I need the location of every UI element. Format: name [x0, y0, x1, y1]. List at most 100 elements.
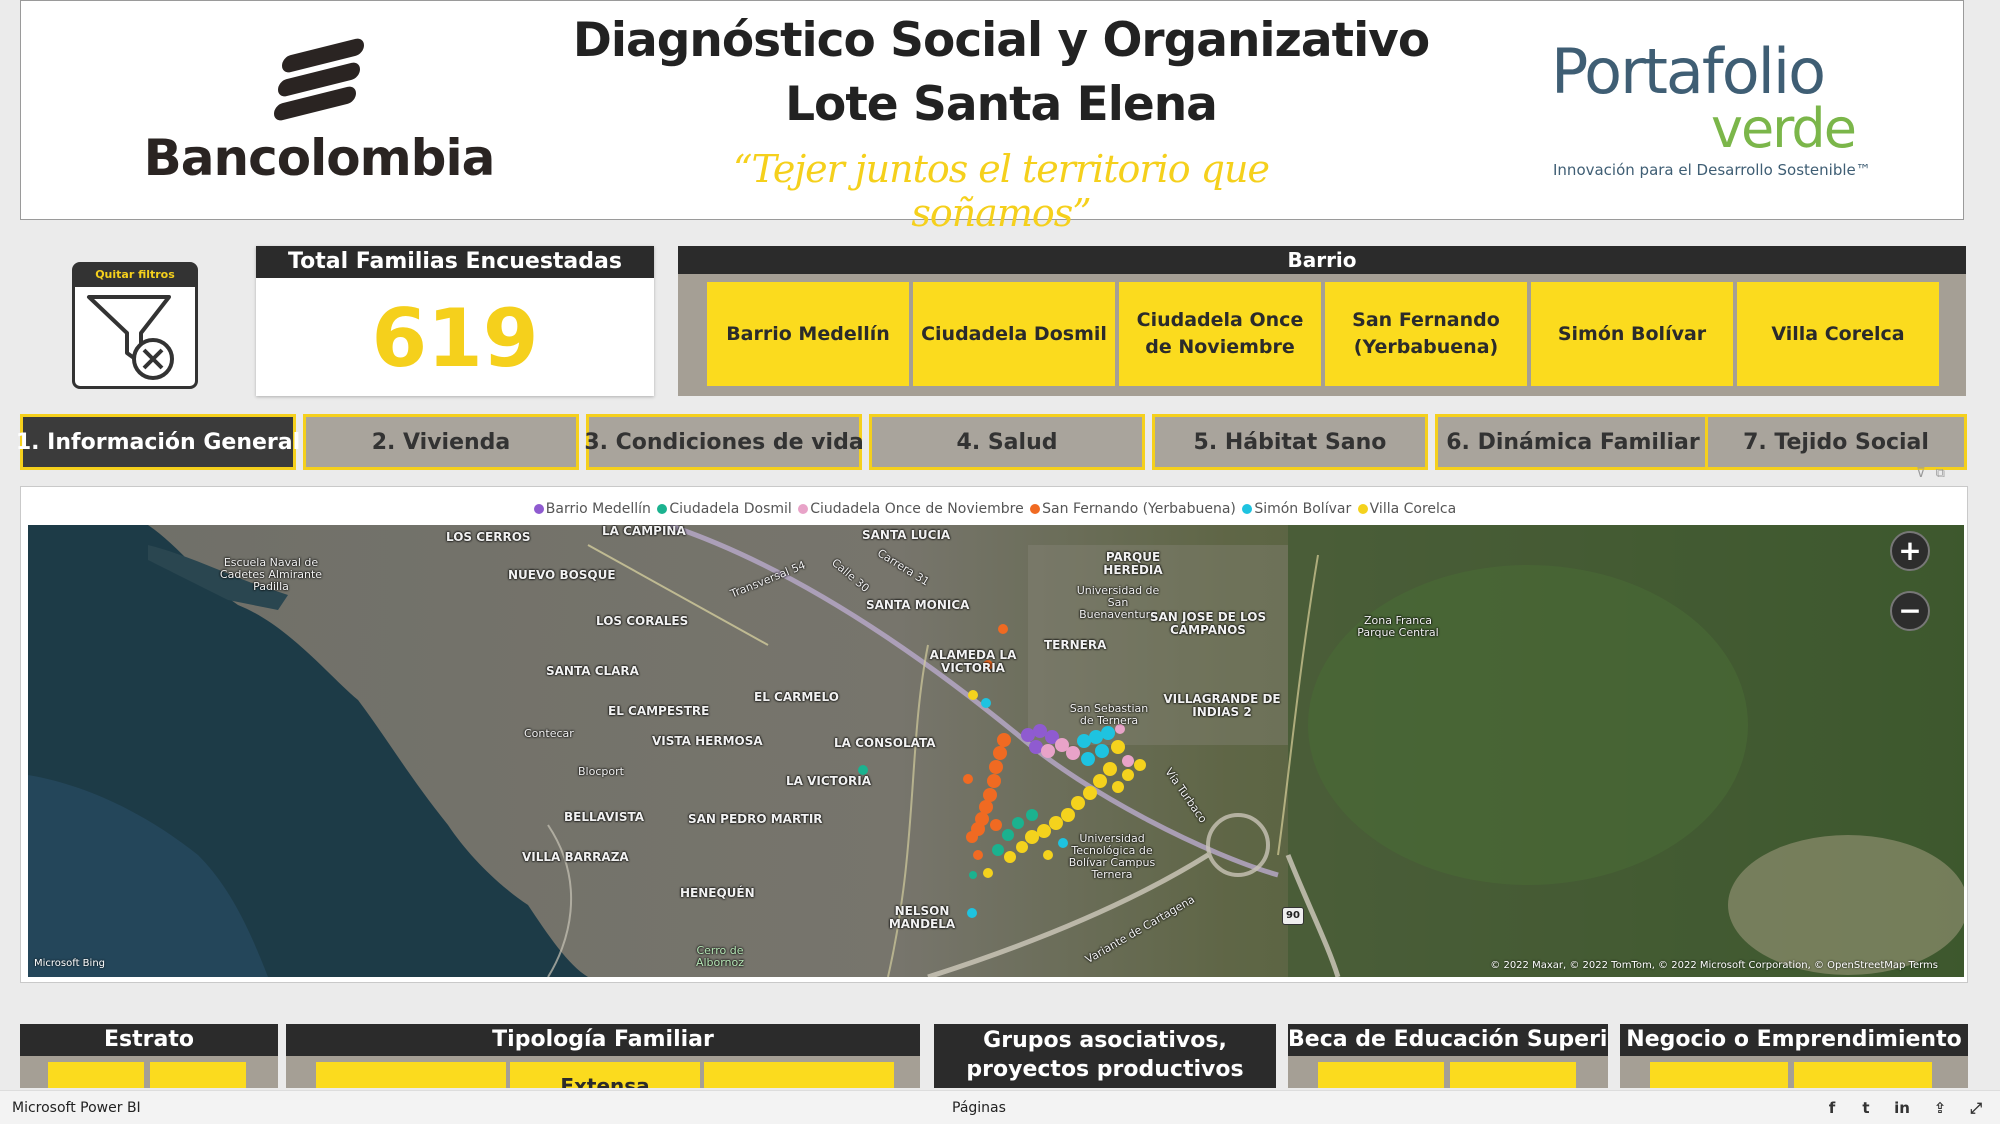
estrato-slicer: Estrato: [20, 1024, 278, 1088]
map-label: ALAMEDA LA VICTORIA: [929, 648, 1017, 675]
map-label: SAN JOSE DE LOS CAMPANOS: [1149, 610, 1267, 637]
twitter-icon[interactable]: t: [1856, 1098, 1876, 1118]
header-banner: Bancolombia Diagnóstico Social y Organiz…: [20, 0, 1964, 235]
negocio-option[interactable]: [1650, 1062, 1788, 1088]
legend-dot-icon: [1242, 504, 1253, 514]
map-label: HENEQUÉN: [680, 886, 755, 900]
bancolombia-logo: Bancolombia: [139, 36, 499, 193]
report-title-line-2: Lote Santa Elena: [785, 77, 1218, 132]
tab-habitat-sano[interactable]: 5. Hábitat Sano: [1152, 414, 1428, 470]
filter-icon[interactable]: ⊽: [1916, 466, 1926, 481]
map-label: SANTA LUCIA: [862, 528, 951, 542]
legend-item[interactable]: San Fernando (Yerbabuena): [1030, 501, 1236, 517]
focus-mode-icon[interactable]: ⧉: [1936, 466, 1945, 481]
estrato-option[interactable]: [150, 1062, 246, 1088]
bancolombia-mark-icon: [274, 36, 364, 123]
portafolio-verde-logo: Portafolio verde Innovación para el Desa…: [1551, 35, 1931, 185]
report-title-line-1: Diagnóstico Social y Organizativo: [572, 13, 1430, 68]
legend-item[interactable]: Ciudadela Once de Noviembre: [798, 501, 1024, 517]
map-label: LOS CERROS: [446, 530, 531, 544]
map-label: SAN PEDRO MARTIR: [688, 812, 823, 826]
clear-filters-label: Quitar filtros: [75, 265, 195, 287]
share-icon[interactable]: ⇪: [1930, 1098, 1950, 1118]
map-label: Zona Franca Parque Central: [1357, 614, 1439, 639]
beca-educacion-title: Beca de Educación Superior: [1288, 1024, 1608, 1056]
legend-item[interactable]: Simón Bolívar: [1242, 501, 1351, 517]
map-legend: Barrio Medellín Ciudadela Dosmil Ciudade…: [21, 501, 1969, 517]
map-label: Blocport: [578, 765, 624, 778]
total-families-title: Total Familias Encuestadas: [256, 246, 654, 278]
pages-navigation[interactable]: Páginas: [952, 1100, 1006, 1116]
tab-informacion-general[interactable]: 1. Información General: [16, 414, 300, 470]
barrio-option-simon-bolivar[interactable]: Simón Bolívar: [1531, 282, 1733, 386]
satellite-map[interactable]: LOS CERROS LA CAMPIÑA SANTA LUCIA NUEVO …: [28, 525, 1964, 977]
barrio-option-barrio-medellin[interactable]: Barrio Medellín: [707, 282, 909, 386]
legend-item[interactable]: Villa Corelca: [1357, 501, 1456, 517]
verde-wordmark: verde: [1711, 97, 1857, 160]
map-label: VILLAGRANDE DE INDIAS 2: [1163, 692, 1281, 719]
linkedin-icon[interactable]: in: [1892, 1098, 1912, 1118]
tipologia-option-extensa[interactable]: Extensa: [510, 1062, 700, 1088]
clear-filters-button[interactable]: Quitar filtros: [72, 262, 198, 389]
estrato-title: Estrato: [20, 1024, 278, 1056]
estrato-option[interactable]: [48, 1062, 144, 1088]
facebook-icon[interactable]: f: [1822, 1098, 1842, 1118]
tipologia-familiar-title: Tipología Familiar: [286, 1024, 920, 1056]
map-label: Escuela Naval de Cadetes Almirante Padil…: [219, 556, 323, 593]
map-label: EL CARMELO: [754, 690, 839, 704]
zoom-out-button[interactable]: −: [1890, 591, 1930, 631]
route-shield: 90: [1282, 907, 1304, 925]
map-label: LA CAMPIÑA: [602, 525, 686, 538]
clear-filter-icon: [87, 295, 174, 380]
map-label: TERNERA: [1044, 638, 1107, 652]
beca-option[interactable]: [1318, 1062, 1444, 1088]
barrio-slicer-title: Barrio: [678, 246, 1966, 274]
bing-attribution: Microsoft Bing: [34, 958, 106, 969]
barrio-option-villa-corelca[interactable]: Villa Corelca: [1737, 282, 1939, 386]
tipologia-option[interactable]: [704, 1062, 894, 1088]
barrio-option-ciudadela-once-de-noviembre[interactable]: Ciudadela Once de Noviembre: [1119, 282, 1321, 386]
negocio-option[interactable]: [1794, 1062, 1932, 1088]
beca-option[interactable]: [1450, 1062, 1576, 1088]
visual-header-icons: ⊽ ⧉: [1916, 466, 1960, 484]
tipologia-familiar-slicer: Tipología Familiar Extensa: [286, 1024, 920, 1088]
tab-dinamica-familiar[interactable]: 6. Dinámica Familiar: [1435, 414, 1711, 470]
tab-vivienda[interactable]: 2. Vivienda: [303, 414, 579, 470]
map-label: SANTA MONICA: [866, 598, 970, 612]
map-label: LA CONSOLATA: [834, 736, 936, 750]
legend-dot-icon: [533, 504, 544, 514]
map-label: EL CAMPESTRE: [608, 704, 710, 718]
legend-dot-icon: [657, 504, 668, 514]
legend-dot-icon: [1357, 504, 1368, 514]
tab-condiciones-de-vida[interactable]: 3. Condiciones de vida: [584, 414, 864, 470]
powerbi-brand-link[interactable]: Microsoft Power BI: [12, 1100, 141, 1116]
slogan: “Tejer juntos el territorio que soñamos”: [733, 147, 1270, 235]
barrio-slicer: Barrio Barrio Medellín Ciudadela Dosmil …: [678, 246, 1966, 396]
fullscreen-icon[interactable]: ⤢: [1966, 1098, 1986, 1118]
map-credits[interactable]: © 2022 Maxar, © 2022 TomTom, © 2022 Micr…: [1490, 960, 1938, 971]
barrio-option-ciudadela-dosmil[interactable]: Ciudadela Dosmil: [913, 282, 1115, 386]
bancolombia-wordmark: Bancolombia: [143, 129, 496, 187]
map-label: PARQUE HEREDIA: [1103, 550, 1163, 577]
map-visual: Barrio Medellín Ciudadela Dosmil Ciudade…: [20, 486, 1968, 983]
barrio-option-san-fernando[interactable]: San Fernando (Yerbabuena): [1325, 282, 1527, 386]
negocio-emprendimiento-title: Negocio o Emprendimiento: [1620, 1024, 1968, 1056]
map-label: SANTA CLARA: [546, 664, 639, 678]
legend-item[interactable]: Barrio Medellín: [533, 501, 651, 517]
tipologia-option[interactable]: [316, 1062, 506, 1088]
tab-salud[interactable]: 4. Salud: [869, 414, 1145, 470]
map-label: LOS CORALES: [596, 614, 689, 628]
grupos-asociativos-title: Grupos asociativos, proyectos productivo…: [934, 1024, 1276, 1088]
map-label: BELLAVISTA: [564, 810, 645, 824]
footer-bar: Microsoft Power BI Páginas f t in ⇪ ⤢: [0, 1090, 2000, 1124]
map-label: NELSON MANDELA: [888, 904, 956, 931]
legend-dot-icon: [798, 504, 809, 514]
map-label: San Sebastian de Ternera: [1069, 702, 1149, 727]
map-label: LA VICTORIA: [786, 774, 872, 788]
grupos-asociativos-slicer: Grupos asociativos, proyectos productivo…: [934, 1024, 1276, 1088]
legend-item[interactable]: Ciudadela Dosmil: [657, 501, 792, 517]
total-families-card: Total Familias Encuestadas 619: [256, 246, 654, 396]
beca-educacion-slicer: Beca de Educación Superior: [1288, 1024, 1608, 1088]
tab-tejido-social[interactable]: 7. Tejido Social: [1705, 414, 1967, 470]
zoom-in-button[interactable]: +: [1890, 531, 1930, 571]
